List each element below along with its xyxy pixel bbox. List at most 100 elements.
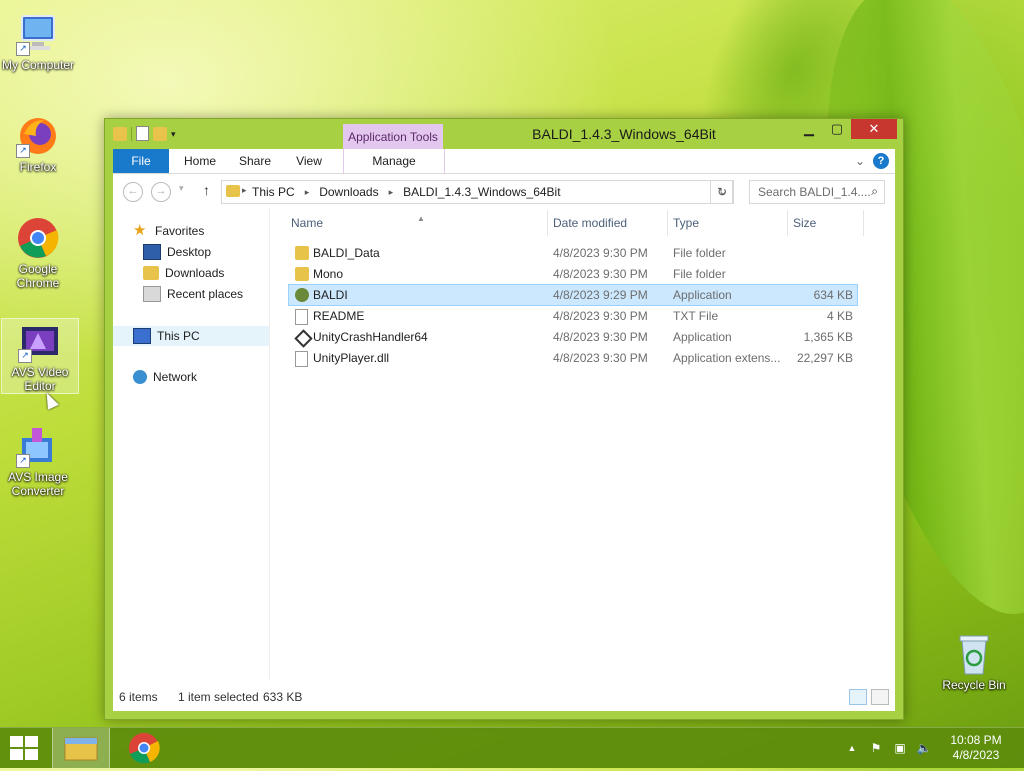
file-type: File folder — [673, 246, 726, 260]
column-header-type[interactable]: Type — [673, 216, 699, 230]
search-input[interactable]: Search BALDI_1.4.... ⌕ — [749, 180, 885, 204]
column-divider[interactable] — [667, 210, 668, 236]
tab-manage[interactable]: Manage — [343, 149, 445, 173]
desktop-icon-my-computer[interactable]: ↗ My Computer — [0, 12, 76, 72]
show-hidden-icons-chevron-icon[interactable]: ▲ — [844, 740, 860, 756]
desktop-icon — [143, 244, 161, 260]
nav-favorites[interactable]: ★ Favorites — [133, 222, 204, 240]
recent-locations-chevron-icon[interactable]: ▾ — [179, 183, 184, 194]
nav-desktop[interactable]: Desktop — [143, 243, 211, 261]
table-row[interactable]: BALDI_Data 4/8/2023 9:30 PM File folder — [289, 243, 857, 263]
up-arrow-button[interactable]: ↑ — [203, 182, 210, 198]
file-type: TXT File — [673, 309, 719, 323]
column-header-size[interactable]: Size — [793, 216, 816, 230]
volume-muted-icon[interactable]: 🔈 — [916, 740, 932, 756]
large-icons-view-button[interactable] — [871, 689, 889, 705]
chevron-right-icon[interactable]: ▸ — [389, 185, 394, 199]
table-row[interactable]: Mono 4/8/2023 9:30 PM File folder — [289, 264, 857, 284]
column-header-name[interactable]: ▲ Name — [291, 214, 425, 230]
title-bar[interactable]: ▾ Application Tools BALDI_1.4.3_Windows_… — [105, 119, 903, 150]
taskbar: ▲ ⚑ ▣ 🔈 10:08 PM 4/8/2023 — [0, 727, 1024, 768]
network-status-icon[interactable]: ▣ — [892, 740, 908, 756]
file-date: 4/8/2023 9:30 PM — [553, 351, 648, 365]
start-button[interactable] — [10, 736, 38, 760]
desktop-icon-firefox[interactable]: ↗ Firefox — [0, 114, 76, 174]
tab-share[interactable]: Share — [231, 149, 279, 173]
dll-icon — [295, 351, 308, 367]
folder-icon — [295, 246, 309, 260]
action-center-flag-icon[interactable]: ⚑ — [868, 740, 884, 756]
nav-this-pc[interactable]: This PC — [113, 326, 269, 346]
window-title: BALDI_1.4.3_Windows_64Bit — [532, 126, 716, 142]
desktop-icon-avs-image-converter[interactable]: ↗ AVS Image Converter — [0, 424, 76, 498]
column-header-date[interactable]: Date modified — [553, 216, 627, 230]
column-divider[interactable] — [787, 210, 788, 236]
taskbar-file-explorer[interactable] — [52, 728, 110, 768]
file-size: 1,365 KB — [803, 330, 853, 344]
search-icon: ⌕ — [871, 184, 878, 198]
back-button[interactable]: ← — [123, 182, 143, 202]
file-type: File folder — [673, 267, 726, 281]
file-type: Application — [673, 330, 732, 344]
breadcrumb-current-folder[interactable]: BALDI_1.4.3_Windows_64Bit — [403, 185, 560, 199]
desktop-icon-recycle-bin[interactable]: Recycle Bin — [936, 632, 1012, 692]
nav-label: Desktop — [167, 245, 212, 259]
nav-recent-places[interactable]: Recent places — [143, 285, 243, 303]
nav-label: Network — [153, 370, 198, 384]
close-button[interactable]: ✕ — [851, 119, 897, 139]
navigation-pane: ★ Favorites Desktop Downloads Recent pla… — [113, 208, 270, 679]
taskbar-google-chrome[interactable] — [116, 728, 172, 768]
search-placeholder: Search BALDI_1.4.... — [758, 185, 871, 199]
breadcrumb-this-pc[interactable]: This PC — [252, 185, 295, 199]
window-controls: ▁ ▢ ✕ — [795, 119, 897, 139]
nav-label: Downloads — [165, 266, 225, 280]
downloads-folder-icon — [143, 266, 159, 280]
recycle-bin-icon — [952, 632, 996, 676]
status-selection-size: 633 KB — [263, 690, 303, 704]
breadcrumb-downloads[interactable]: Downloads — [319, 185, 378, 199]
chrome-icon — [16, 216, 60, 260]
windows-logo-icon — [10, 736, 23, 747]
file-type: Application extens... — [673, 351, 781, 365]
desktop-icon-avs-video-editor[interactable]: ↗ AVS Video Editor — [1, 318, 79, 394]
windows-logo-icon — [10, 749, 23, 760]
expand-ribbon-chevron-icon[interactable]: ⌄ — [855, 149, 865, 173]
network-icon — [133, 370, 147, 384]
minimize-button[interactable]: ▁ — [795, 119, 823, 139]
refresh-button[interactable]: ↻ — [710, 180, 734, 204]
shortcut-arrow-icon: ↗ — [16, 42, 30, 56]
file-name: BALDI_Data — [313, 246, 380, 260]
tab-view[interactable]: View — [287, 149, 331, 173]
desktop-icon-label: Firefox — [19, 160, 57, 174]
forward-button[interactable]: → — [151, 182, 171, 202]
column-divider[interactable] — [863, 210, 864, 236]
maximize-button[interactable]: ▢ — [823, 119, 851, 139]
desktop-icon-label: Recycle Bin — [942, 678, 1006, 692]
explorer-window[interactable]: ▾ Application Tools BALDI_1.4.3_Windows_… — [104, 118, 904, 720]
file-size: 4 KB — [826, 309, 853, 323]
file-name: README — [313, 309, 365, 323]
file-type: Application — [673, 288, 732, 302]
tab-home[interactable]: Home — [175, 149, 225, 173]
help-icon[interactable]: ? — [873, 153, 889, 169]
star-icon: ★ — [133, 222, 147, 239]
app-icon — [295, 288, 309, 302]
table-row[interactable]: UnityPlayer.dll 4/8/2023 9:30 PM Applica… — [289, 348, 857, 368]
status-selection: 1 item selected — [178, 690, 259, 704]
tab-file[interactable]: File — [113, 149, 169, 173]
table-row-selected[interactable]: BALDI 4/8/2023 9:29 PM Application 634 K… — [288, 284, 858, 306]
nav-network[interactable]: Network — [133, 368, 197, 386]
table-row[interactable]: README 4/8/2023 9:30 PM TXT File 4 KB — [289, 306, 857, 326]
shortcut-arrow-icon: ↗ — [18, 349, 32, 363]
nav-downloads[interactable]: Downloads — [143, 264, 224, 282]
desktop-icon-label: AVS Image Converter — [8, 470, 68, 498]
computer-icon: ↗ — [16, 12, 60, 56]
address-bar[interactable]: ▸ This PC ▸ Downloads ▸ BALDI_1.4.3_Wind… — [221, 180, 733, 204]
desktop-icon-google-chrome[interactable]: Google Chrome — [0, 216, 76, 290]
taskbar-clock[interactable]: 10:08 PM 4/8/2023 — [946, 733, 1006, 763]
table-row[interactable]: UnityCrashHandler64 4/8/2023 9:30 PM App… — [289, 327, 857, 348]
chevron-right-icon[interactable]: ▸ — [305, 185, 310, 199]
details-view-button[interactable] — [849, 689, 867, 705]
status-item-count: 6 items — [119, 690, 158, 704]
column-divider[interactable] — [547, 210, 548, 236]
